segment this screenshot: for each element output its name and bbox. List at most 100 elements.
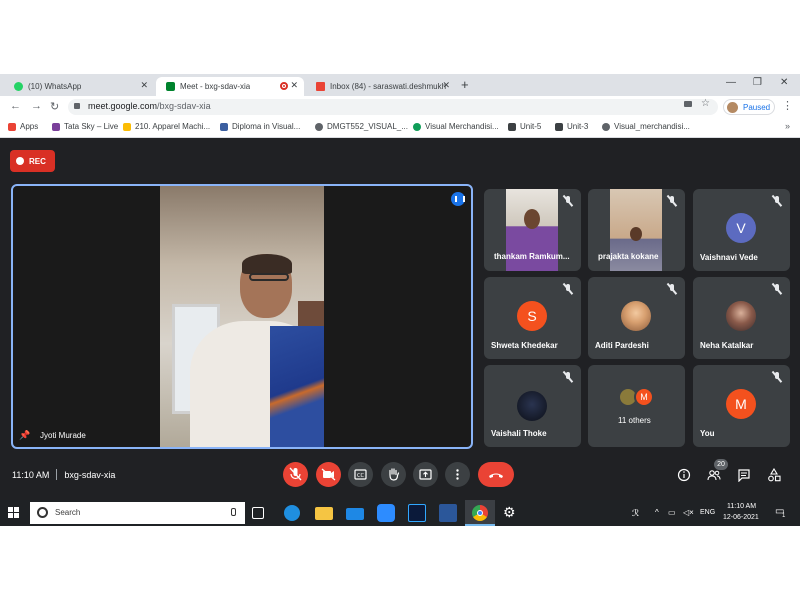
tab-gmail[interactable]: Inbox (84) - saraswati.deshmukh ✕ — [306, 77, 456, 96]
microphone-icon[interactable] — [231, 508, 236, 516]
bookmark-favicon-icon — [508, 122, 516, 131]
participant-tile[interactable]: Vaishali Thoke — [484, 365, 581, 447]
pin-icon[interactable]: 📌 — [19, 430, 30, 440]
whatsapp-icon — [14, 82, 23, 91]
mic-off-icon — [563, 284, 573, 294]
chevron-up-icon[interactable]: ^ — [655, 508, 659, 517]
task-view-icon[interactable] — [252, 507, 264, 519]
captions-button[interactable]: CC — [348, 462, 373, 487]
settings-gear-icon[interactable]: ⚙ — [503, 504, 521, 522]
taskbar-search[interactable]: Search — [30, 502, 245, 524]
avatar — [621, 301, 651, 331]
recording-button[interactable]: REC — [10, 150, 55, 172]
file-explorer-icon[interactable] — [315, 507, 333, 520]
bookmark-diploma[interactable]: Diploma in Visual... — [220, 122, 300, 131]
chrome-taskbar-button[interactable] — [465, 500, 495, 526]
close-tab-icon[interactable]: ✕ — [140, 80, 148, 91]
lock-icon — [74, 103, 80, 109]
bookmark-dmgt[interactable]: DMGT552_VISUAL_... — [315, 122, 408, 131]
participant-tile[interactable]: Aditi Pardeshi — [588, 277, 685, 359]
bookmark-apparel[interactable]: 210. Apparel Machi... — [123, 122, 210, 131]
tab-meet[interactable]: Meet - bxg-sdav-xia ✕ — [156, 77, 304, 96]
bookmark-visual-merch-2[interactable]: Visual_merchandisi... — [602, 122, 690, 131]
restore-icon[interactable]: ❐ — [753, 77, 762, 88]
bookmark-tata-sky[interactable]: Tata Sky – Live — [52, 122, 118, 131]
edge-icon[interactable] — [284, 505, 300, 521]
close-tab-icon[interactable]: ✕ — [442, 80, 450, 91]
meeting-details-icon[interactable] — [677, 468, 691, 482]
bookmark-favicon-icon — [555, 122, 563, 131]
mic-off-icon — [667, 284, 677, 294]
url-text: meet.google.com/bxg-sdav-xia — [88, 101, 211, 111]
windows-taskbar: Search ⚙ ℛ ^ ▭ ◁× ENG 11:10 AM 12-06-202… — [0, 500, 800, 526]
reload-icon[interactable]: ↻ — [50, 100, 59, 113]
mic-off-icon — [772, 196, 782, 206]
zoom-icon[interactable] — [377, 504, 395, 522]
bookmark-unit-5[interactable]: Unit-5 — [508, 122, 541, 131]
clock-time[interactable]: 11:10 AM — [727, 503, 756, 510]
participant-tile[interactable]: V Vaishnavi Vede — [693, 189, 790, 271]
profile-button[interactable]: Paused — [723, 99, 775, 115]
start-pane — [14, 513, 19, 518]
globe-icon — [602, 122, 610, 131]
close-tab-icon[interactable]: ✕ — [290, 80, 298, 91]
meet-icon — [166, 82, 175, 91]
bookmark-unit-3[interactable]: Unit-3 — [555, 122, 588, 131]
window-close-icon[interactable]: ✕ — [780, 77, 788, 88]
address-bar-row: ← → ↻ meet.google.com/bxg-sdav-xia ☆ Pau… — [0, 96, 800, 118]
meeting-info: 11:10 AM bxg-sdav-xia — [12, 469, 115, 480]
browser-tabstrip: (10) WhatsApp ✕ Meet - bxg-sdav-xia ✕ In… — [0, 74, 800, 138]
pen-icon[interactable]: ℛ — [632, 508, 639, 519]
camera-icon[interactable] — [684, 101, 692, 107]
mail-icon[interactable] — [346, 508, 364, 520]
participant-name: Vaishnavi Vede — [700, 253, 758, 262]
people-icon[interactable] — [707, 468, 721, 482]
participant-tile[interactable]: Neha Katalkar — [693, 277, 790, 359]
mic-off-icon — [289, 467, 302, 481]
main-speaker-tile[interactable]: 📌 Jyoti Murade — [11, 184, 473, 449]
participant-tile[interactable]: prajakta kokane — [588, 189, 685, 271]
network-icon[interactable]: ▭ — [668, 508, 676, 517]
others-tile[interactable]: M 11 others — [588, 365, 685, 447]
back-icon[interactable]: ← — [10, 100, 21, 112]
activities-icon[interactable] — [767, 468, 781, 482]
input-language[interactable]: ENG — [700, 509, 715, 516]
video-glasses — [249, 273, 289, 281]
tab-whatsapp[interactable]: (10) WhatsApp ✕ — [4, 77, 154, 96]
tab-title: (10) WhatsApp — [28, 82, 82, 91]
camera-toggle-button[interactable] — [316, 462, 341, 487]
self-tile[interactable]: M You — [693, 365, 790, 447]
participant-name: Neha Katalkar — [700, 341, 754, 350]
avatar — [726, 301, 756, 331]
bookmarks-overflow-icon[interactable]: » — [785, 121, 790, 131]
volume-icon[interactable]: ◁× — [683, 508, 694, 517]
leave-call-button[interactable] — [478, 462, 514, 487]
address-bar[interactable]: meet.google.com/bxg-sdav-xia — [68, 99, 718, 115]
raise-hand-button[interactable] — [381, 462, 406, 487]
meeting-time: 11:10 AM — [12, 470, 50, 480]
chat-icon[interactable] — [737, 468, 751, 482]
active-app-indicator — [465, 524, 495, 526]
browser-menu-icon[interactable]: ⋮ — [782, 99, 793, 112]
main-speaker-name: Jyoti Murade — [40, 431, 86, 440]
video-sari — [270, 326, 324, 447]
photoshop-icon[interactable] — [408, 504, 426, 522]
new-tab-icon[interactable]: + — [461, 77, 469, 92]
present-button[interactable] — [413, 462, 438, 487]
divider — [56, 469, 58, 480]
bookmark-apps[interactable]: Apps — [8, 122, 38, 131]
forward-icon[interactable]: → — [31, 100, 42, 112]
hang-up-icon — [489, 473, 503, 478]
more-options-button[interactable] — [445, 462, 470, 487]
participant-tile[interactable]: thankam Ramkum... — [484, 189, 581, 271]
word-icon[interactable] — [439, 504, 457, 522]
minimize-icon[interactable]: — — [726, 77, 736, 88]
drive-icon — [123, 122, 131, 131]
participant-tile[interactable]: S Shweta Khedekar — [484, 277, 581, 359]
clock-date[interactable]: 12-06-2021 — [723, 514, 759, 521]
bookmark-visual-merch[interactable]: Visual Merchandisi... — [413, 122, 499, 131]
mic-toggle-button[interactable] — [283, 462, 308, 487]
windows-start-icon[interactable] — [8, 507, 20, 519]
bookmark-star-icon[interactable]: ☆ — [701, 98, 710, 109]
start-pane — [14, 507, 19, 512]
